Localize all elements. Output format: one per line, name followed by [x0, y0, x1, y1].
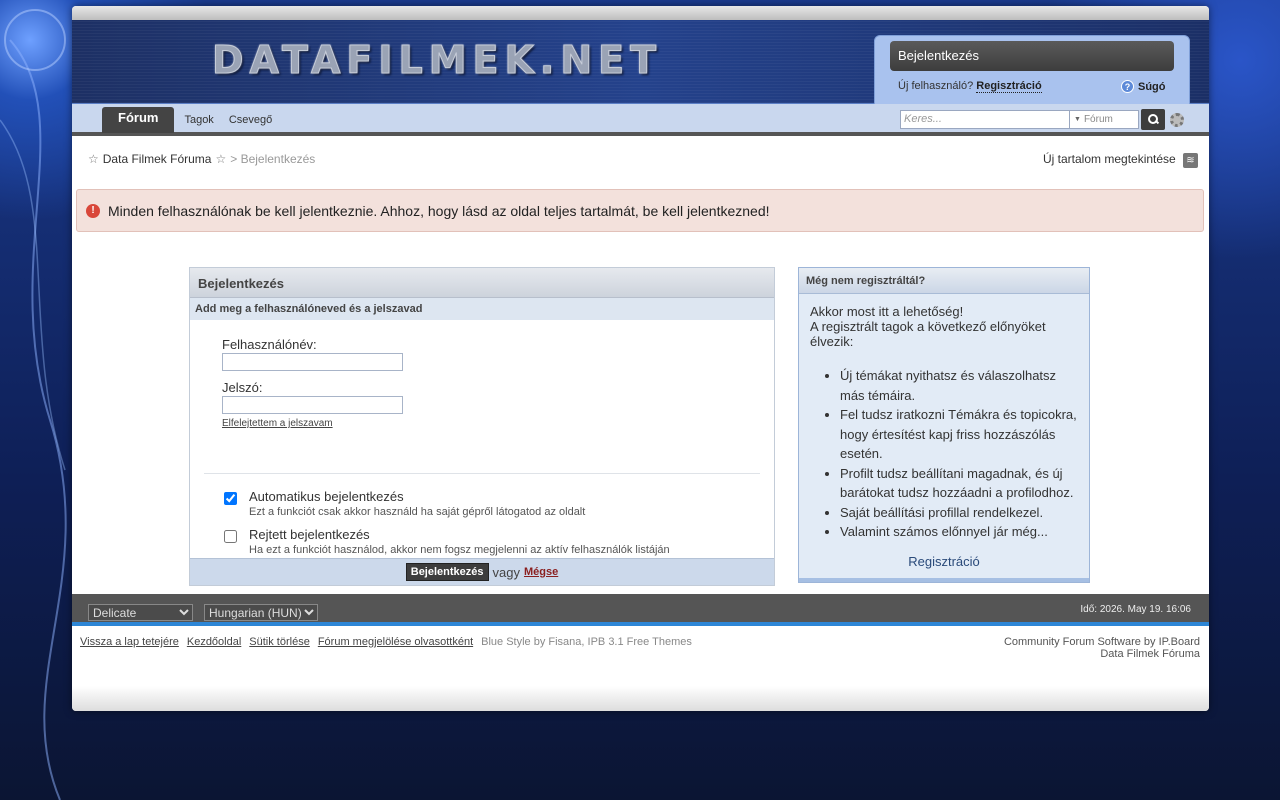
tab-chat[interactable]: Csevegő [224, 107, 277, 133]
top-strip [72, 6, 1209, 20]
register-panel-bottom-border [799, 578, 1089, 582]
list-item: Profilt tudsz beállítani magadnak, és új… [840, 464, 1078, 503]
style-credit-text: Blue Style by Fisana [481, 636, 582, 648]
new-user-label: Új felhasználó? [898, 80, 974, 92]
search-area: Keres... ▼ Fórum [900, 109, 1184, 130]
password-label: Jelszó: [222, 380, 263, 395]
list-item: Fel tudsz iratkozni Témákra és topicokra… [840, 405, 1078, 464]
search-input[interactable]: Keres... [900, 110, 1070, 129]
register-link[interactable]: Regisztráció [799, 554, 1089, 569]
cancel-link[interactable]: Mégse [524, 566, 558, 578]
register-intro-1: Akkor most itt a lehetőség! [810, 304, 964, 319]
register-panel-title: Még nem regisztráltál? [799, 268, 1089, 294]
tab-forum[interactable]: Fórum [102, 107, 175, 133]
search-scope-select[interactable]: ▼ Fórum [1070, 110, 1139, 129]
server-time: Idő: 2026. May 19. 16:06 [1080, 604, 1191, 615]
help-icon: ? [1121, 80, 1134, 93]
password-field-group: Jelszó: Elfelejtettem a jelszavam [222, 380, 403, 429]
language-select[interactable]: Hungarian (HUN) [204, 604, 318, 621]
auto-login-checkbox[interactable] [224, 492, 237, 505]
footer-credits: Community Forum Software by IP.Board Dat… [1004, 636, 1200, 660]
back-to-top-link[interactable]: Vissza a lap tetejére [80, 636, 179, 648]
login-form-subtitle: Add meg a felhasználóneved és a jelszava… [190, 298, 774, 320]
home-link[interactable]: Kezdőoldal [187, 636, 241, 648]
help-label: Súgó [1138, 80, 1166, 93]
software-credit[interactable]: Community Forum Software by IP.Board [1004, 636, 1200, 648]
help-link[interactable]: ? Súgó [1121, 80, 1166, 93]
or-label: vagy [492, 564, 520, 580]
auto-login-desc: Ezt a funkciót csak akkor használd ha sa… [249, 506, 586, 518]
star-icon: ☆ [215, 152, 227, 166]
delete-cookies-link[interactable]: Sütik törlése [249, 636, 310, 648]
footer-bar: Delicate Hungarian (HUN) Idő: 2026. May … [72, 594, 1209, 626]
new-user-prompt: Új felhasználó? Regisztráció [898, 80, 1042, 93]
auto-login-option: Automatikus bejelentkezés Ezt a funkciót… [224, 489, 585, 518]
breadcrumb: ☆ Data Filmek Fóruma ☆ > Bejelentkezés [88, 152, 315, 166]
login-form: Bejelentkezés Add meg a felhasználóneved… [189, 267, 775, 586]
header-login-button[interactable]: Bejelentkezés [890, 41, 1174, 71]
star-icon: ☆ [88, 152, 99, 166]
register-panel-body: Akkor most itt a lehetőség! A regisztrál… [799, 294, 1089, 552]
header-register-link[interactable]: Regisztráció [976, 80, 1042, 93]
login-required-alert: ! Minden felhasználónak be kell jelentke… [76, 189, 1204, 232]
auto-login-title: Automatikus bejelentkezés [249, 489, 404, 504]
primary-nav: Fórum Tagok Csevegő Keres... ▼ Fórum [72, 104, 1209, 136]
breadcrumb-home[interactable]: Data Filmek Fóruma [103, 152, 212, 166]
hidden-login-option: Rejtett bejelentkezés Ha ezt a funkciót … [224, 527, 670, 556]
chevron-down-icon: ▼ [1074, 116, 1081, 123]
forgot-password-link[interactable]: Elfelejtettem a jelszavam [222, 418, 333, 429]
username-field-group: Felhasználónév: [222, 337, 403, 371]
style-credit: Blue Style by Fisana, IPB 3.1 Free Theme… [481, 636, 692, 648]
list-item: Valamint számos előnnyel jár még... [840, 522, 1078, 542]
username-label: Felhasználónév: [222, 337, 317, 352]
register-panel: Még nem regisztráltál? Akkor most itt a … [798, 267, 1090, 583]
new-content-link[interactable]: Új tartalom megtekintése [1043, 152, 1176, 166]
rss-icon[interactable]: ≋ [1183, 153, 1198, 168]
warning-icon: ! [86, 203, 100, 218]
list-item: Saját beállítási profillal rendelkezel. [840, 503, 1078, 523]
site-logo[interactable]: DATAFILMEK.NET [211, 38, 662, 83]
themes-credit-text: IPB 3.1 Free Themes [587, 636, 692, 648]
username-field[interactable] [222, 353, 403, 371]
gear-icon[interactable] [1170, 112, 1184, 127]
hidden-login-checkbox[interactable] [224, 530, 237, 543]
nav-tabs: Fórum Tagok Csevegő [102, 107, 277, 133]
site-header: DATAFILMEK.NET Bejelentkezés Új felhaszn… [72, 20, 1209, 105]
form-divider [204, 473, 760, 474]
alert-message: Minden felhasználónak be kell jelentkezn… [108, 202, 770, 219]
login-form-actions: Bejelentkezés vagy Mégse [190, 558, 774, 585]
benefits-list: Új témákat nyithatsz és válaszolhatsz má… [840, 366, 1078, 542]
search-button[interactable] [1141, 109, 1165, 130]
bottom-shadow [72, 686, 1209, 711]
search-scope-label: Fórum [1083, 114, 1113, 125]
register-intro-2: A regisztrált tagok a következő előnyöke… [810, 319, 1046, 349]
footer-links: Vissza a lap tetejére Kezdőoldal Sütik t… [80, 636, 692, 648]
login-submit-button[interactable]: Bejelentkezés [405, 563, 489, 581]
site-name: Data Filmek Fóruma [1100, 648, 1200, 660]
hidden-login-desc: Ha ezt a funkciót használod, akkor nem f… [249, 544, 670, 556]
mark-read-link[interactable]: Fórum megjelölése olvasottként [318, 636, 473, 648]
login-form-title: Bejelentkezés [190, 268, 774, 298]
breadcrumb-current: > Bejelentkezés [230, 152, 316, 166]
list-item: Új témákat nyithatsz és válaszolhatsz má… [840, 366, 1078, 405]
tab-members[interactable]: Tagok [179, 107, 218, 133]
hidden-login-title: Rejtett bejelentkezés [249, 527, 370, 542]
user-login-box: Bejelentkezés Új felhasználó? Regisztrác… [874, 35, 1190, 105]
page-wrapper: DATAFILMEK.NET Bejelentkezés Új felhaszn… [72, 6, 1209, 711]
password-field[interactable] [222, 396, 403, 414]
skin-select[interactable]: Delicate [88, 604, 193, 621]
